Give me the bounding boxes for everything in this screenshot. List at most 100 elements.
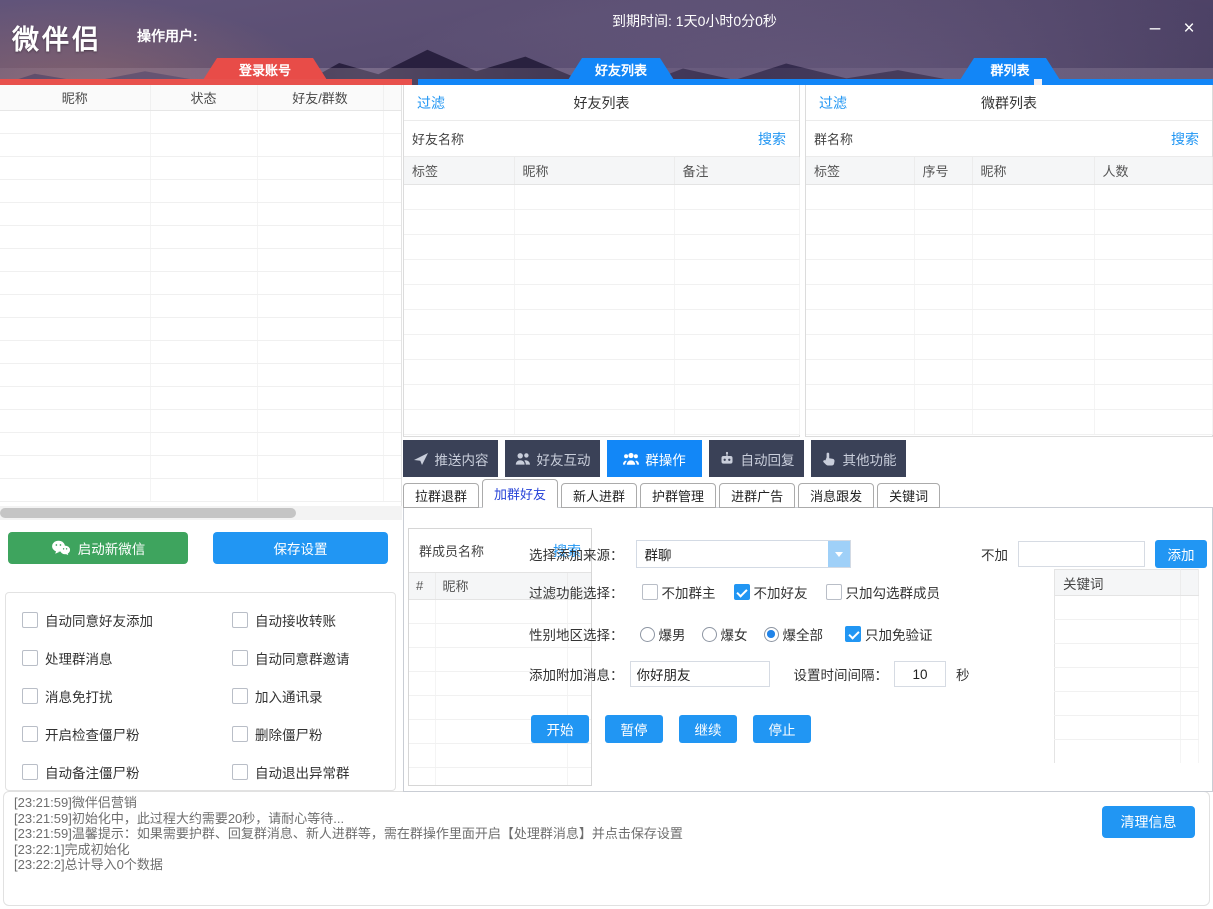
table-row[interactable] — [0, 294, 402, 317]
table-row[interactable] — [0, 386, 402, 409]
close-button[interactable]: × — [1176, 16, 1202, 42]
stop-button[interactable]: 停止 — [753, 715, 811, 743]
table-row[interactable] — [409, 767, 591, 786]
table-row[interactable] — [0, 340, 402, 363]
clear-log-button[interactable]: 清理信息 — [1102, 806, 1195, 838]
table-row[interactable] — [806, 209, 1212, 234]
group-filter-link[interactable]: 过滤 — [819, 93, 847, 113]
radio-everyone[interactable]: 爆全部 — [764, 624, 824, 644]
table-row[interactable] — [0, 409, 402, 432]
accounts-horizontal-scrollbar[interactable] — [0, 506, 402, 520]
table-row[interactable] — [806, 259, 1212, 284]
table-row[interactable] — [0, 455, 402, 478]
tab-friend-interaction[interactable]: 好友互动 — [505, 440, 600, 477]
option-no-friends[interactable]: 不加好友 — [734, 582, 808, 602]
table-row[interactable] — [806, 334, 1212, 359]
table-row[interactable] — [1055, 596, 1199, 620]
option-handle-group-message[interactable]: 处理群消息 — [22, 646, 232, 669]
table-row[interactable] — [404, 359, 799, 384]
subtab-newcomer-join[interactable]: 新人进群 — [561, 483, 637, 508]
tab-friend-list[interactable]: 好友列表 — [568, 58, 674, 80]
table-row[interactable] — [806, 234, 1212, 259]
scrollbar-thumb[interactable] — [0, 508, 296, 518]
table-row[interactable] — [404, 309, 799, 334]
table-row[interactable] — [404, 234, 799, 259]
table-row[interactable] — [0, 248, 402, 271]
option-verification-free-only[interactable]: 只加免验证 — [845, 624, 933, 644]
table-row[interactable] — [404, 334, 799, 359]
table-row[interactable] — [0, 271, 402, 294]
table-row[interactable] — [1055, 620, 1199, 644]
add-keyword-button[interactable]: 添加 — [1155, 540, 1207, 568]
column-header-tag: 标签 — [806, 157, 914, 184]
exclude-input[interactable] — [1018, 541, 1145, 567]
table-row[interactable] — [0, 363, 402, 386]
tab-group-list[interactable]: 群列表 — [960, 58, 1060, 80]
resume-button[interactable]: 继续 — [679, 715, 737, 743]
table-row[interactable] — [0, 179, 402, 202]
subtab-group-guard[interactable]: 护群管理 — [640, 483, 716, 508]
table-row[interactable] — [409, 743, 591, 767]
table-row[interactable] — [1055, 740, 1199, 764]
table-row[interactable] — [806, 359, 1212, 384]
save-settings-button[interactable]: 保存设置 — [213, 532, 388, 564]
tab-login-accounts[interactable]: 登录账号 — [203, 58, 327, 80]
radio-males[interactable]: 爆男 — [640, 624, 686, 644]
table-row[interactable] — [1055, 644, 1199, 668]
option-check-zombie-fans[interactable]: 开启检查僵尸粉 — [22, 722, 232, 745]
table-row[interactable] — [0, 432, 402, 455]
table-row[interactable] — [404, 209, 799, 234]
table-row[interactable] — [404, 184, 799, 209]
table-row[interactable] — [1055, 668, 1199, 692]
option-message-mute[interactable]: 消息免打扰 — [22, 684, 232, 707]
friend-filter-link[interactable]: 过滤 — [417, 93, 445, 113]
subtab-add-group-friends[interactable]: 加群好友 — [482, 479, 558, 508]
tab-auto-reply[interactable]: 自动回复 — [709, 440, 804, 477]
table-row[interactable] — [404, 259, 799, 284]
option-auto-receive-transfer[interactable]: 自动接收转账 — [232, 608, 395, 631]
table-row[interactable] — [404, 409, 799, 434]
option-add-to-contacts[interactable]: 加入通讯录 — [232, 684, 395, 707]
attached-message-input[interactable] — [630, 661, 770, 687]
subtab-message-follow[interactable]: 消息跟发 — [798, 483, 874, 508]
tab-push-content[interactable]: 推送内容 — [403, 440, 498, 477]
start-new-wechat-button[interactable]: 启动新微信 — [8, 532, 188, 564]
table-row[interactable] — [0, 133, 402, 156]
option-delete-zombie-fans[interactable]: 删除僵尸粉 — [232, 722, 395, 745]
table-row[interactable] — [1055, 716, 1199, 740]
table-row[interactable] — [0, 156, 402, 179]
option-only-selected-members[interactable]: 只加勾选群成员 — [826, 582, 941, 602]
tab-group-operations[interactable]: 群操作 — [607, 440, 702, 477]
option-auto-accept-group-invite[interactable]: 自动同意群邀请 — [232, 646, 395, 669]
subtab-join-group-ads[interactable]: 进群广告 — [719, 483, 795, 508]
table-row[interactable] — [806, 184, 1212, 209]
table-row[interactable] — [806, 284, 1212, 309]
pause-button[interactable]: 暂停 — [605, 715, 663, 743]
option-auto-accept-friend[interactable]: 自动同意好友添加 — [22, 608, 232, 631]
table-row[interactable] — [1055, 692, 1199, 716]
option-auto-remark-zombie-fans[interactable]: 自动备注僵尸粉 — [22, 760, 232, 783]
group-search-button[interactable]: 搜索 — [1171, 129, 1199, 149]
table-row[interactable] — [0, 110, 402, 133]
option-no-group-owner[interactable]: 不加群主 — [642, 582, 716, 602]
tab-other-functions[interactable]: 其他功能 — [811, 440, 906, 477]
table-row[interactable] — [806, 384, 1212, 409]
subtab-pull-exit-group[interactable]: 拉群退群 — [403, 483, 479, 508]
table-row[interactable] — [0, 202, 402, 225]
column-header-nickname: 昵称 — [514, 157, 674, 184]
table-row[interactable] — [404, 284, 799, 309]
source-select[interactable]: 群聊 — [636, 540, 851, 568]
radio-females[interactable]: 爆女 — [702, 624, 748, 644]
table-row[interactable] — [0, 225, 402, 248]
friend-search-button[interactable]: 搜索 — [758, 129, 786, 149]
subtab-keywords[interactable]: 关键词 — [877, 483, 940, 508]
minimize-button[interactable]: – — [1142, 16, 1168, 42]
start-button[interactable]: 开始 — [531, 715, 589, 743]
table-row[interactable] — [0, 478, 402, 501]
table-row[interactable] — [806, 409, 1212, 434]
option-auto-exit-abnormal-group[interactable]: 自动退出异常群 — [232, 760, 395, 783]
table-row[interactable] — [0, 317, 402, 340]
table-row[interactable] — [806, 309, 1212, 334]
table-row[interactable] — [404, 384, 799, 409]
interval-input[interactable] — [894, 661, 946, 687]
